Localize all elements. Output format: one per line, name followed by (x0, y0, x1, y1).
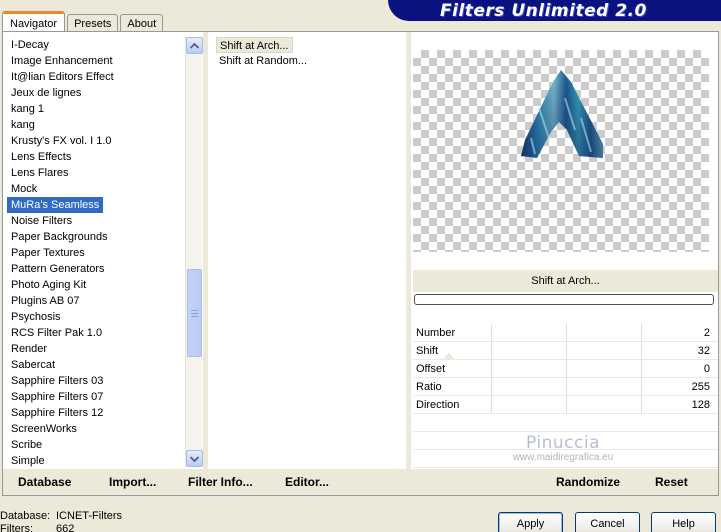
bottom-toolbar: Database Import... Filter Info... Editor… (3, 469, 718, 495)
category-item[interactable]: Noise Filters (7, 213, 185, 229)
param-value: 128 (691, 399, 710, 411)
category-item[interactable]: Sapphire Filters 07 (7, 389, 185, 405)
status-area: Database: ICNET-Filters Filters: 662 (0, 510, 122, 532)
category-item[interactable]: Scribe (7, 437, 185, 453)
filter-item[interactable]: Shift at Arch... (216, 37, 294, 53)
slider-track[interactable] (491, 360, 711, 377)
category-item[interactable]: Photo Aging Kit (7, 277, 185, 293)
param-label: Shift (416, 345, 439, 357)
category-item[interactable]: Render (7, 341, 185, 357)
category-item[interactable]: Krusty's FX vol. I 1.0 (7, 133, 185, 149)
category-item[interactable]: Pattern Generators (7, 261, 185, 277)
category-list[interactable]: I-Decay Image Enhancement It@lian Editors … (7, 37, 185, 469)
scroll-down-button[interactable] (186, 450, 203, 467)
category-item[interactable]: Image Enhancement (7, 53, 185, 69)
chevron-up-icon (190, 42, 199, 49)
category-item[interactable]: Sabercat (7, 357, 185, 373)
category-item[interactable]: kang 1 (7, 101, 185, 117)
category-item[interactable]: Jeux de lignes (7, 85, 185, 101)
cancel-button[interactable]: Cancel (575, 512, 640, 532)
category-item[interactable]: Psychosis (7, 309, 185, 325)
param-value: 2 (703, 327, 710, 339)
tab-presets[interactable]: Presets (67, 14, 119, 32)
preview-image (521, 70, 603, 158)
slider-track[interactable] (491, 396, 711, 413)
category-item[interactable]: Mock (7, 181, 185, 197)
category-item[interactable]: Paper Textures (7, 245, 185, 261)
slider-track[interactable] (491, 342, 711, 359)
category-item[interactable]: RCS Filter Pak 1.0 (7, 325, 185, 341)
param-label: Offset (416, 363, 446, 375)
param-slider-ratio[interactable]: Ratio 255 (413, 378, 718, 396)
filter-name-display: Shift at Arch... (413, 270, 718, 292)
tab-strip: Navigator Presets About (2, 10, 165, 33)
database-button[interactable]: Database (18, 475, 71, 489)
param-value: 32 (697, 345, 710, 357)
tab-about[interactable]: About (120, 14, 164, 32)
filters-count: 662 (56, 523, 75, 532)
editor-button[interactable]: Editor... (285, 475, 329, 489)
watermark: Pinuccia www.maidiregrafica.eu (493, 434, 633, 464)
randomize-button[interactable]: Randomize (556, 475, 620, 489)
category-item[interactable]: Sapphire Filters 12 (7, 405, 185, 421)
watermark-url: www.maidiregrafica.eu (512, 452, 614, 463)
param-slider-offset[interactable]: Offset 0 (413, 360, 718, 378)
category-item[interactable]: Paper Backgrounds (7, 229, 185, 245)
category-item[interactable]: Lens Flares (7, 165, 185, 181)
slider-track[interactable] (491, 324, 711, 341)
category-item[interactable]: Simple (7, 453, 185, 469)
column-divider[interactable] (203, 32, 208, 469)
param-label: Ratio (416, 381, 442, 393)
filter-list[interactable]: Shift at Arch... Shift at Random... (216, 37, 406, 69)
tab-navigator[interactable]: Navigator (2, 11, 66, 33)
param-slider-direction[interactable]: Direction 128 (413, 396, 718, 414)
watermark-name: Pinuccia (526, 433, 600, 453)
filter-item[interactable]: Shift at Random... (216, 53, 406, 69)
param-label: Number (416, 327, 456, 339)
param-label: Direction (416, 399, 460, 411)
reset-button[interactable]: Reset (655, 475, 688, 489)
category-item[interactable]: MuRa's Seamless (7, 197, 104, 213)
category-scrollbar[interactable] (185, 37, 203, 467)
category-item[interactable]: Lens Effects (7, 149, 185, 165)
import-button[interactable]: Import... (109, 475, 156, 489)
empty-param-row (413, 414, 718, 432)
category-item[interactable]: It@lian Editors Effect (7, 69, 185, 85)
app-title: Filters Unlimited 2.0 (440, 0, 647, 21)
grip-icon (191, 309, 198, 317)
database-value: ICNET-Filters (56, 510, 122, 522)
filter-info-button[interactable]: Filter Info... (188, 475, 253, 489)
category-item[interactable]: Plugins AB 07 (7, 293, 185, 309)
database-label: Database: (0, 510, 51, 522)
scroll-up-button[interactable] (186, 37, 203, 54)
apply-button[interactable]: Apply (498, 512, 563, 532)
category-item[interactable]: I-Decay (7, 37, 185, 53)
preview-area (413, 50, 709, 252)
scroll-thumb[interactable] (187, 269, 202, 357)
chevron-down-icon (190, 455, 199, 462)
param-slider-number[interactable]: Number 2 (413, 324, 718, 342)
app-banner: Filters Unlimited 2.0 (388, 0, 721, 21)
filters-label: Filters: (0, 523, 33, 532)
param-value: 255 (691, 381, 710, 393)
param-slider-shift[interactable]: Shift 32 (413, 342, 718, 360)
column-divider[interactable] (406, 32, 411, 469)
param-value: 0 (703, 363, 710, 375)
help-button[interactable]: Help (651, 512, 716, 532)
category-item[interactable]: Sapphire Filters 03 (7, 373, 185, 389)
category-item[interactable]: kang (7, 117, 185, 133)
progress-bar (414, 294, 714, 305)
category-item[interactable]: ScreenWorks (7, 421, 185, 437)
slider-track[interactable] (491, 378, 711, 395)
slider-marker-icon[interactable] (443, 352, 455, 360)
navigator-panel: I-Decay Image Enhancement It@lian Editors … (2, 31, 719, 496)
